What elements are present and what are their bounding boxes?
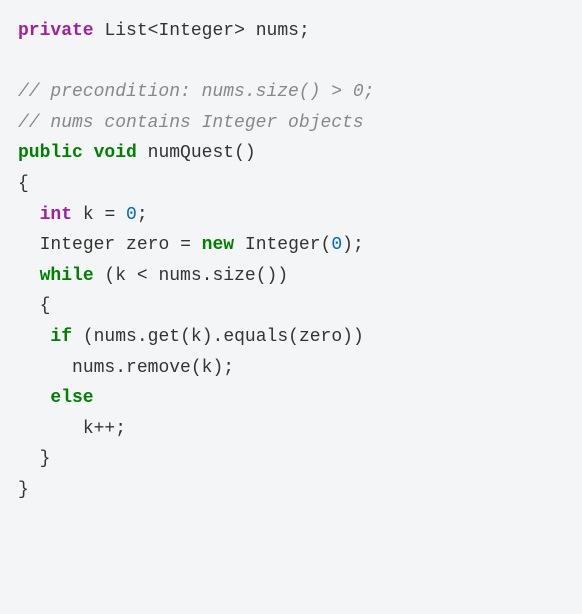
dot: . [202,266,213,286]
number-zero: 0 [126,205,137,225]
code-line-14: k++; [83,419,126,439]
parens: () [256,266,278,286]
lparen: ( [94,266,116,286]
code-block: private List<Integer> nums; // precondit… [18,16,564,506]
code-line-1: private List<Integer> nums; [18,21,310,41]
equals: = [169,235,201,255]
dot: . [213,327,224,347]
rparen: ) [342,327,353,347]
keyword-new: new [202,235,234,255]
comment-contains: // nums contains Integer objects [18,113,364,133]
rparen: ) [353,327,364,347]
angle-close: > [234,21,245,41]
keyword-int: int [40,205,72,225]
rparen: ) [212,358,223,378]
code-line-11: if (nums.get(k).equals(zero)) [50,327,363,347]
method-equals: equals [223,327,288,347]
type-integer: Integer [158,21,234,41]
keyword-public: public [18,143,83,163]
lparen: ( [288,327,299,347]
brace-open: { [40,296,51,316]
lparen: ( [191,358,202,378]
identifier-nums: nums [256,21,299,41]
dot: . [137,327,148,347]
code-line-12: nums.remove(k); [72,358,234,378]
method-numquest: numQuest [148,143,234,163]
method-remove: remove [126,358,191,378]
identifier-zero: zero [299,327,342,347]
ctor-integer: Integer [245,235,321,255]
angle-open: < [148,21,159,41]
number-zero: 0 [331,235,342,255]
keyword-void: void [94,143,137,163]
code-line-8: Integer zero = new Integer(0); [40,235,364,255]
identifier-k: k [202,358,213,378]
parens: () [234,143,256,163]
rparen: ) [342,235,353,255]
rparen: ) [202,327,213,347]
code-line-5: public void numQuest() [18,143,256,163]
increment: ++ [94,419,116,439]
method-get: get [148,327,180,347]
keyword-while: while [40,266,94,286]
semicolon: ; [299,21,310,41]
identifier-zero: zero [126,235,169,255]
semicolon: ; [115,419,126,439]
identifier-nums: nums [94,327,137,347]
equals: = [94,205,126,225]
identifier-k: k [191,327,202,347]
type-integer: Integer [40,235,116,255]
lt-op: < [126,266,158,286]
brace-close: } [18,480,29,500]
semicolon: ; [137,205,148,225]
brace-open: { [18,174,29,194]
identifier-nums: nums [158,266,201,286]
code-line-9: while (k < nums.size()) [40,266,289,286]
identifier-k: k [83,419,94,439]
semicolon: ; [353,235,364,255]
semicolon: ; [223,358,234,378]
lparen: ( [321,235,332,255]
identifier-k: k [83,205,94,225]
lparen: ( [72,327,94,347]
identifier-k: k [115,266,126,286]
brace-close: } [40,449,51,469]
keyword-else: else [50,388,93,408]
method-size: size [212,266,255,286]
keyword-if: if [50,327,72,347]
code-line-7: int k = 0; [40,205,148,225]
lparen: ( [180,327,191,347]
type-list: List [104,21,147,41]
comment-precondition: // precondition: nums.size() > 0; [18,82,374,102]
rparen: ) [277,266,288,286]
dot: . [115,358,126,378]
identifier-nums: nums [72,358,115,378]
keyword-private: private [18,21,94,41]
